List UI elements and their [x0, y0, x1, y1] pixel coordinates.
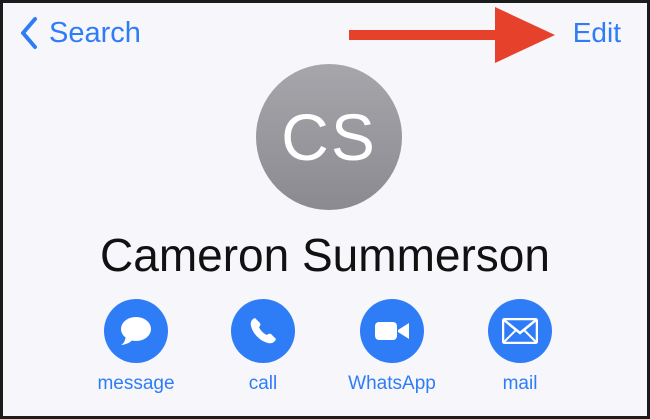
message-button-circle [104, 299, 168, 363]
edit-button[interactable]: Edit [573, 13, 621, 53]
call-button-circle [231, 299, 295, 363]
whatsapp-button-circle [360, 299, 424, 363]
call-button[interactable]: call [203, 299, 323, 396]
chevron-left-icon [21, 17, 37, 49]
phone-icon [250, 318, 276, 344]
envelope-icon [502, 318, 538, 344]
whatsapp-button[interactable]: WhatsApp [332, 299, 452, 396]
video-camera-icon [375, 322, 409, 340]
mail-button-circle [488, 299, 552, 363]
message-bubble-icon [121, 317, 151, 345]
contact-name: Cameron Summerson [100, 229, 550, 281]
back-button[interactable]: Search [17, 13, 141, 53]
avatar: CS [256, 64, 402, 210]
action-buttons-row: message call WhatsApp mail [3, 299, 647, 409]
mail-button[interactable]: mail [460, 299, 580, 396]
mail-button-label: mail [502, 373, 538, 394]
call-button-label: call [248, 373, 278, 394]
back-button-label: Search [49, 17, 141, 49]
whatsapp-button-label: WhatsApp [348, 373, 436, 394]
contact-card-screen: Search Edit CS Cameron Summerson message [0, 0, 650, 419]
message-button-label: message [97, 373, 175, 394]
avatar-initials: CS [281, 100, 377, 174]
message-button[interactable]: message [76, 299, 196, 396]
red-arrow-annotation [349, 7, 555, 63]
